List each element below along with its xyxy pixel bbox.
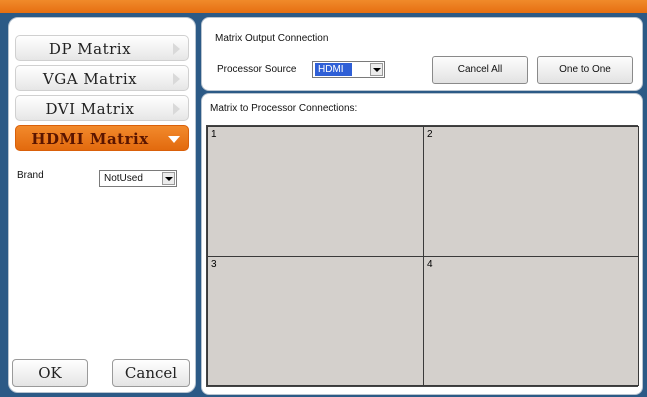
processor-source-value: HDMI xyxy=(315,63,352,76)
one-to-one-button[interactable]: One to One xyxy=(537,56,633,84)
chevron-down-icon xyxy=(168,136,180,143)
cell-number: 2 xyxy=(427,129,433,140)
chevron-right-icon xyxy=(173,43,180,55)
dp-matrix-label: DP Matrix xyxy=(48,40,132,58)
matrix-processor-connections-panel: Matrix to Processor Connections: 1 2 3 4 xyxy=(201,93,643,395)
chevron-right-icon xyxy=(173,103,180,115)
chevron-down-icon[interactable] xyxy=(162,172,175,185)
matrix-output-connection-panel: Matrix Output Connection Processor Sourc… xyxy=(201,17,643,91)
connection-cell[interactable]: 1 xyxy=(207,126,424,257)
brand-select[interactable]: NotUsed xyxy=(99,170,177,187)
cell-number: 4 xyxy=(427,259,433,270)
title-bar xyxy=(0,0,647,13)
connection-cell[interactable]: 2 xyxy=(423,126,639,257)
brand-label: Brand xyxy=(17,170,44,181)
cell-number: 1 xyxy=(211,129,217,140)
connection-cell[interactable]: 4 xyxy=(423,256,639,386)
cancel-button[interactable]: Cancel xyxy=(112,359,190,387)
dvi-matrix-label: DVI Matrix xyxy=(45,100,135,118)
dp-matrix-button[interactable]: DP Matrix xyxy=(15,35,189,61)
ok-button[interactable]: OK xyxy=(12,359,88,387)
chevron-right-icon xyxy=(173,73,180,85)
dvi-matrix-button[interactable]: DVI Matrix xyxy=(15,95,189,121)
vga-matrix-label: VGA Matrix xyxy=(42,70,138,88)
cell-number: 3 xyxy=(211,259,217,270)
connection-grid: 1 2 3 4 xyxy=(206,125,639,387)
brand-select-value: NotUsed xyxy=(104,173,143,184)
processor-source-select[interactable]: HDMI xyxy=(312,61,385,78)
output-connection-title: Matrix Output Connection xyxy=(215,33,329,44)
chevron-down-icon[interactable] xyxy=(370,63,383,76)
connections-title: Matrix to Processor Connections: xyxy=(210,103,358,114)
connection-cell[interactable]: 3 xyxy=(207,256,424,386)
vga-matrix-button[interactable]: VGA Matrix xyxy=(15,65,189,91)
processor-source-label: Processor Source xyxy=(217,64,297,75)
cancel-all-button[interactable]: Cancel All xyxy=(432,56,528,84)
hdmi-matrix-button[interactable]: HDMI Matrix xyxy=(15,125,189,151)
matrix-type-panel: DP Matrix VGA Matrix DVI Matrix HDMI Mat… xyxy=(8,17,196,393)
hdmi-matrix-label: HDMI Matrix xyxy=(31,130,149,148)
